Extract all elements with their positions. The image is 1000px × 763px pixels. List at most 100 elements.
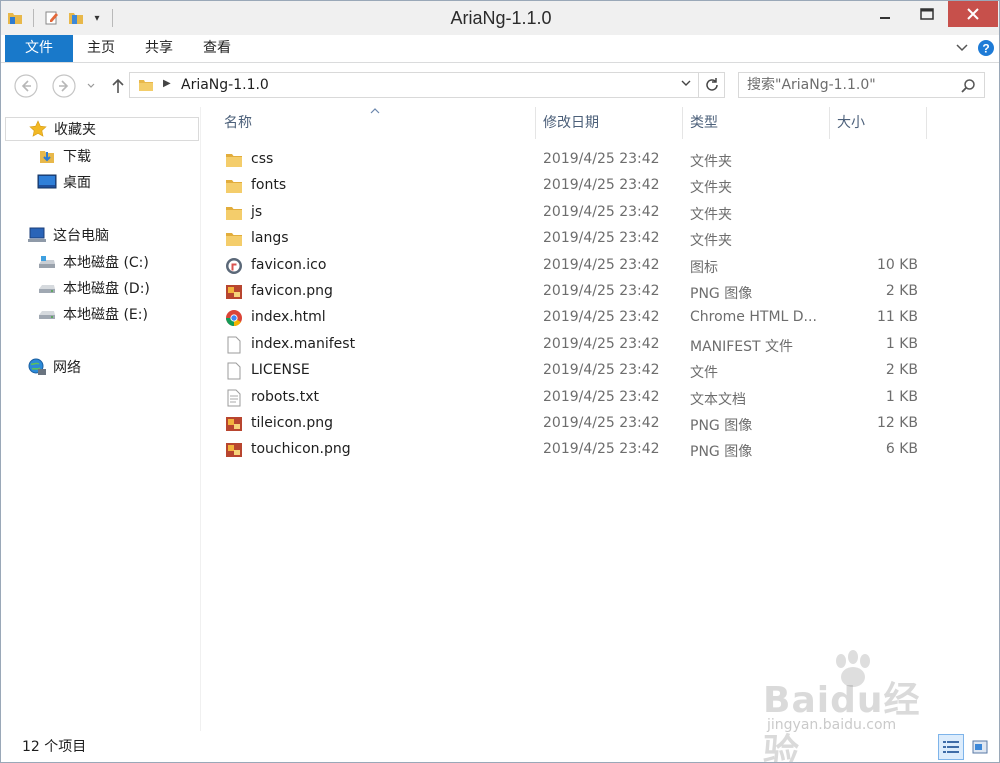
file-date: 2019/4/25 23:42 bbox=[543, 177, 660, 194]
recent-locations-chevron-icon[interactable] bbox=[83, 73, 99, 99]
title-bar: ▾ AriaNg-1.1.0 bbox=[1, 1, 999, 35]
file-date: 2019/4/25 23:42 bbox=[543, 203, 660, 220]
file-name: favicon.png bbox=[251, 283, 333, 299]
forward-button[interactable] bbox=[51, 73, 77, 99]
file-size: 6 KB bbox=[885, 441, 918, 458]
file-type: 文件夹 bbox=[690, 206, 732, 223]
column-header-type[interactable]: 类型 bbox=[690, 107, 828, 139]
file-date: 2019/4/25 23:42 bbox=[543, 388, 660, 405]
close-button[interactable] bbox=[948, 1, 998, 27]
tab-view[interactable]: 查看 bbox=[189, 35, 245, 62]
file-name: langs bbox=[251, 230, 289, 247]
blank-file-icon bbox=[224, 361, 244, 381]
file-date: 2019/4/25 23:42 bbox=[543, 283, 660, 299]
file-row[interactable]: favicon.png 2019/4/25 23:42 PNG 图像 2 KB bbox=[220, 279, 980, 305]
png-file-icon bbox=[224, 440, 244, 460]
nav-network-label: 网络 bbox=[53, 360, 81, 376]
navigation-bar: ▶ AriaNg-1.1.0 bbox=[1, 63, 999, 107]
address-bar[interactable]: ▶ AriaNg-1.1.0 bbox=[129, 72, 699, 98]
system-drive-icon bbox=[37, 252, 57, 272]
breadcrumb-separator-icon[interactable]: ▶ bbox=[163, 78, 171, 89]
file-row[interactable]: touchicon.png 2019/4/25 23:42 PNG 图像 6 KB bbox=[220, 437, 980, 463]
navigation-pane: 收藏夹 下载 桌面 这台电脑 本地磁盘 (C:) 本地磁盘 (D:) 本地磁盘 … bbox=[1, 107, 201, 731]
nav-item-label: 桌面 bbox=[63, 175, 91, 191]
downloads-folder-icon bbox=[37, 146, 57, 166]
search-input[interactable] bbox=[747, 76, 947, 94]
nav-item-desktop[interactable]: 桌面 bbox=[37, 170, 91, 194]
ribbon-controls: ? bbox=[955, 39, 995, 61]
file-name: fonts bbox=[251, 177, 287, 194]
file-type: 文件夹 bbox=[690, 233, 732, 250]
desktop-icon bbox=[37, 172, 57, 192]
file-row[interactable]: fonts 2019/4/25 23:42 文件夹 bbox=[220, 173, 980, 199]
chrome-html-icon bbox=[224, 308, 244, 328]
file-size: 1 KB bbox=[885, 335, 918, 352]
drive-icon bbox=[37, 278, 57, 298]
explorer-window: ▾ AriaNg-1.1.0 文件 主页 共享 查看 ? ▶ AriaNg-1.… bbox=[0, 0, 1000, 763]
maximize-button[interactable] bbox=[906, 1, 948, 27]
file-row[interactable]: langs 2019/4/25 23:42 文件夹 bbox=[220, 226, 980, 252]
file-size: 1 KB bbox=[885, 388, 918, 405]
folder-icon bbox=[224, 176, 244, 196]
file-date: 2019/4/25 23:42 bbox=[543, 362, 660, 379]
nav-item-drive-d[interactable]: 本地磁盘 (D:) bbox=[37, 276, 150, 300]
file-row[interactable]: LICENSE 2019/4/25 23:42 文件 2 KB bbox=[220, 358, 980, 384]
png-file-icon bbox=[224, 282, 244, 302]
search-icon[interactable] bbox=[960, 78, 976, 98]
tab-home[interactable]: 主页 bbox=[73, 35, 129, 62]
minimize-button[interactable] bbox=[864, 1, 906, 27]
ico-file-icon bbox=[224, 256, 244, 276]
file-row[interactable]: robots.txt 2019/4/25 23:42 文本文档 1 KB bbox=[220, 385, 980, 411]
file-row[interactable]: tileicon.png 2019/4/25 23:42 PNG 图像 12 KB bbox=[220, 411, 980, 437]
properties-icon[interactable] bbox=[42, 8, 62, 28]
column-header-size[interactable]: 大小 bbox=[837, 107, 925, 139]
column-divider[interactable] bbox=[926, 107, 927, 139]
tab-share[interactable]: 共享 bbox=[131, 35, 187, 62]
file-row[interactable]: index.manifest 2019/4/25 23:42 MANIFEST 文件… bbox=[220, 332, 980, 358]
back-button[interactable] bbox=[13, 73, 39, 99]
folder-app-icon[interactable] bbox=[5, 8, 25, 28]
file-type: MANIFEST 文件 bbox=[690, 338, 794, 355]
column-divider[interactable] bbox=[535, 107, 536, 139]
details-view-button[interactable] bbox=[938, 734, 964, 760]
nav-network[interactable]: 网络 bbox=[27, 355, 81, 379]
file-date: 2019/4/25 23:42 bbox=[543, 309, 660, 326]
quick-access-toolbar: ▾ bbox=[5, 7, 117, 29]
nav-item-label: 下载 bbox=[63, 149, 91, 165]
file-row[interactable]: css 2019/4/25 23:42 文件夹 bbox=[220, 147, 980, 173]
file-name: tileicon.png bbox=[251, 415, 334, 431]
search-box[interactable] bbox=[738, 72, 985, 98]
new-folder-icon[interactable] bbox=[66, 8, 86, 28]
qat-customize-dropdown-icon[interactable]: ▾ bbox=[90, 13, 104, 24]
file-name: index.html bbox=[251, 309, 326, 326]
nav-item-drive-e[interactable]: 本地磁盘 (E:) bbox=[37, 302, 148, 326]
up-button[interactable] bbox=[105, 73, 131, 99]
column-header-date[interactable]: 修改日期 bbox=[543, 107, 681, 139]
tab-file[interactable]: 文件 bbox=[5, 35, 73, 62]
nav-this-pc-label: 这台电脑 bbox=[53, 228, 109, 244]
nav-item-downloads[interactable]: 下载 bbox=[37, 144, 91, 168]
file-date: 2019/4/25 23:42 bbox=[543, 256, 660, 273]
refresh-button[interactable] bbox=[699, 72, 725, 98]
nav-item-drive-c[interactable]: 本地磁盘 (C:) bbox=[37, 250, 149, 274]
file-list: 名称 修改日期 类型 大小 css 2019/4/25 23:42 文件夹 fonts… bbox=[202, 107, 999, 731]
file-row[interactable]: index.html 2019/4/25 23:42 Chrome HTML D..… bbox=[220, 305, 980, 331]
folder-icon bbox=[224, 150, 244, 170]
file-type: Chrome HTML D... bbox=[690, 309, 817, 326]
help-icon[interactable]: ? bbox=[977, 39, 995, 61]
nav-this-pc[interactable]: 这台电脑 bbox=[27, 223, 109, 247]
nav-favorites[interactable]: 收藏夹 bbox=[5, 117, 199, 141]
column-divider[interactable] bbox=[682, 107, 683, 139]
file-name: index.manifest bbox=[251, 335, 356, 352]
column-divider[interactable] bbox=[829, 107, 830, 139]
breadcrumb-item[interactable]: AriaNg-1.1.0 bbox=[181, 77, 269, 93]
large-icons-view-button[interactable] bbox=[967, 734, 993, 760]
address-dropdown-chevron-icon[interactable] bbox=[680, 77, 692, 92]
expand-ribbon-chevron-icon[interactable] bbox=[955, 41, 969, 59]
file-row[interactable]: favicon.ico 2019/4/25 23:42 图标 10 KB bbox=[220, 253, 980, 279]
file-row[interactable]: js 2019/4/25 23:42 文件夹 bbox=[220, 200, 980, 226]
file-date: 2019/4/25 23:42 bbox=[543, 441, 660, 458]
folder-icon bbox=[224, 203, 244, 223]
text-file-icon bbox=[224, 388, 244, 408]
file-size: 11 KB bbox=[876, 309, 918, 326]
